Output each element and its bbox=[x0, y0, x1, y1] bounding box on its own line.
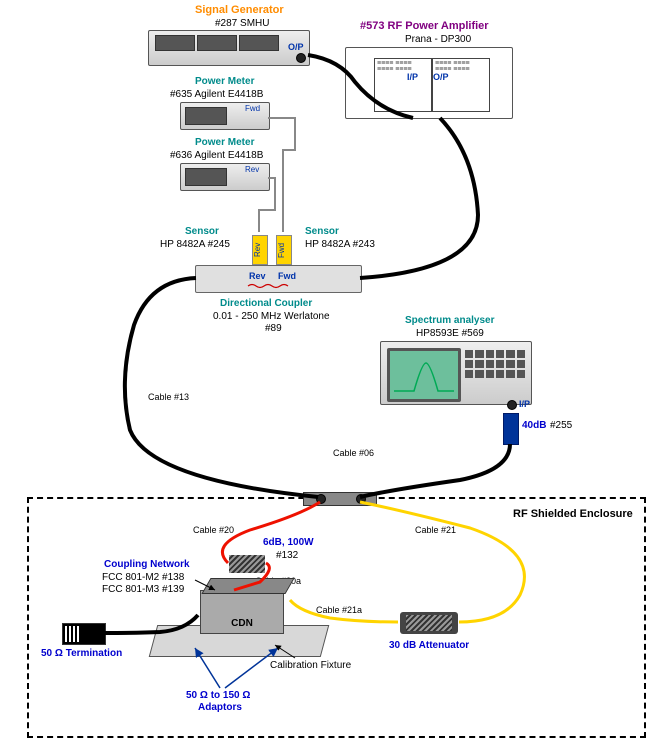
atten6-label: 6dB, 100W bbox=[263, 537, 314, 549]
atten30-label: 30 dB Attenuator bbox=[389, 640, 469, 652]
coupler-rev-label: Rev bbox=[249, 271, 266, 281]
sig-gen-id: #287 SMHU bbox=[215, 18, 269, 30]
termination-box bbox=[62, 623, 106, 645]
adaptors-line1: 50 Ω to 150 Ω bbox=[186, 690, 250, 702]
adaptors-line2: Adaptors bbox=[198, 702, 242, 714]
sensor-rev-model: HP 8482A #245 bbox=[160, 239, 230, 251]
coupling-m3: FCC 801-M3 #139 bbox=[102, 584, 184, 596]
amp-ip-label: I/P bbox=[407, 72, 418, 83]
attenuator-30db bbox=[400, 612, 458, 634]
sig-gen-op-label: O/P bbox=[288, 42, 304, 53]
cable13-label: Cable #13 bbox=[148, 392, 189, 403]
pm-rev-model: #636 Agilent E4418B bbox=[170, 150, 263, 162]
pm-rev-tag: Rev bbox=[245, 165, 259, 175]
pm-rev-title: Power Meter bbox=[195, 137, 254, 149]
sensor-rev-block: Rev bbox=[252, 235, 268, 265]
cdn-box: CDN bbox=[200, 590, 284, 634]
cable21a-label: Cable #21a bbox=[316, 605, 362, 616]
coupler-title: Directional Coupler bbox=[220, 298, 312, 310]
rf-shielded-enclosure bbox=[27, 497, 646, 738]
pm-fwd-model: #635 Agilent E4418B bbox=[170, 89, 263, 101]
sensor-fwd-block: Fwd bbox=[276, 235, 292, 265]
sig-gen-title: Signal Generator bbox=[195, 4, 284, 17]
coupling-m2: FCC 801-M2 #138 bbox=[102, 572, 184, 584]
attenuator-6db bbox=[229, 555, 265, 573]
amplifier-box: ≡≡≡≡ ≡≡≡≡ ≡≡≡≡ ≡≡≡≡ ≡≡≡≡ ≡≡≡≡ ≡≡≡≡ ≡≡≡≡ bbox=[345, 47, 513, 119]
attenuator-40db bbox=[503, 413, 519, 445]
directional-coupler-box: Rev Fwd bbox=[195, 265, 362, 293]
spectrum-analyser-box bbox=[380, 341, 532, 405]
sig-gen-output-port bbox=[296, 53, 306, 63]
amp-model: Prana - DP300 bbox=[405, 34, 471, 46]
sensor-fwd-model: HP 8482A #243 bbox=[305, 239, 375, 251]
termination-label: 50 Ω Termination bbox=[41, 648, 122, 660]
cal-fixture-label: Calibration Fixture bbox=[270, 660, 351, 672]
pm-fwd-tag: Fwd bbox=[245, 104, 260, 114]
coupling-network-title: Coupling Network bbox=[104, 559, 190, 571]
amp-op-label: O/P bbox=[433, 72, 449, 83]
coupler-id: #89 bbox=[265, 323, 282, 335]
cdn-label: CDN bbox=[201, 618, 283, 629]
sensor-rev-title: Sensor bbox=[185, 226, 219, 238]
spectrum-ip-label: I/P bbox=[519, 399, 530, 410]
coupler-spec: 0.01 - 250 MHz Werlatone bbox=[213, 311, 330, 323]
enclosure-title: RF Shielded Enclosure bbox=[513, 508, 633, 521]
signal-generator-box bbox=[148, 30, 310, 66]
cable20-label: Cable #20 bbox=[193, 525, 234, 536]
amp-title: #573 RF Power Amplifier bbox=[360, 20, 489, 33]
sensor-fwd-title: Sensor bbox=[305, 226, 339, 238]
spectrum-title: Spectrum analyser bbox=[405, 315, 495, 327]
cable06-label: Cable #06 bbox=[333, 448, 374, 459]
coupler-fwd-label: Fwd bbox=[278, 271, 296, 281]
pm-fwd-title: Power Meter bbox=[195, 76, 254, 88]
atten40-id: #255 bbox=[550, 420, 572, 432]
cable21-label: Cable #21 bbox=[415, 525, 456, 536]
cdn-top bbox=[201, 578, 294, 594]
atten6-id: #132 bbox=[276, 550, 298, 562]
spectrum-model: HP8593E #569 bbox=[416, 328, 484, 340]
atten40-label: 40dB bbox=[522, 420, 546, 432]
spectrum-input-port bbox=[507, 400, 517, 410]
